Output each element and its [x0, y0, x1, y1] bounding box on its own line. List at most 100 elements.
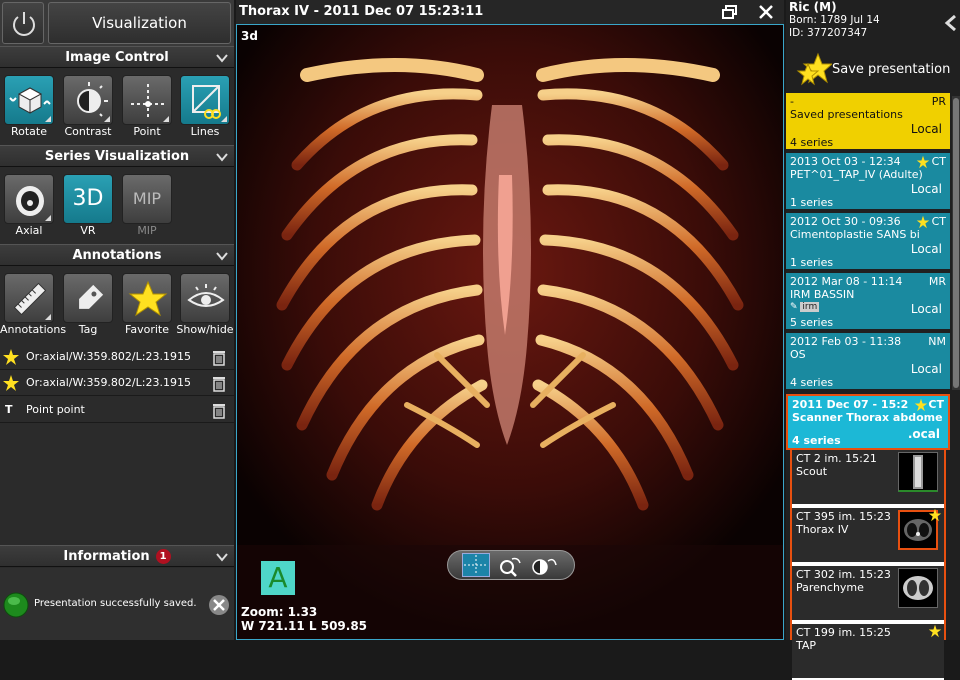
information-header[interactable]: Information 1: [0, 545, 234, 567]
study-count: 4 series: [792, 434, 841, 447]
information-panel: Presentation successfully saved.: [0, 568, 234, 640]
study-description: OS: [790, 348, 806, 361]
lines-tool[interactable]: Lines: [176, 72, 234, 138]
series-thumbnail: [898, 452, 938, 492]
visualization-button[interactable]: Visualization: [48, 2, 231, 44]
lines-button[interactable]: [180, 75, 230, 125]
star-icon: [928, 624, 942, 638]
study-description: PET^01_TAP_IV (Adulte): [790, 168, 923, 181]
show-hide-button[interactable]: [180, 273, 230, 323]
series-name: TAP: [796, 639, 817, 652]
close-viewer-icon[interactable]: [758, 4, 774, 20]
study-description: Cimentoplastie SANS bi: [790, 228, 920, 241]
tag-tool[interactable]: Tag: [59, 270, 117, 336]
annotation-row[interactable]: T Point point: [0, 397, 234, 423]
study-item[interactable]: - PR Saved presentations Local 4 series: [786, 93, 950, 151]
power-button[interactable]: [2, 2, 44, 44]
patient-id: ID: 377207347: [789, 27, 868, 39]
eye-icon: [187, 284, 225, 307]
orientation-marker: A: [261, 561, 295, 595]
study-location: Local: [910, 302, 942, 316]
viewport[interactable]: 3d A Zoom: 1.33 W 721.11 L 509.85: [236, 24, 784, 640]
contrast-tool[interactable]: Contrast: [59, 72, 117, 138]
zoom-pan-icon[interactable]: [498, 555, 522, 577]
axial-button[interactable]: [4, 174, 54, 224]
tool-label: Lines: [190, 125, 220, 138]
favorite-button[interactable]: [122, 273, 172, 323]
viewer-title-bar: Thorax IV - 2011 Dec 07 15:23:11: [236, 0, 784, 24]
mip-tool[interactable]: MIP MIP: [118, 171, 176, 237]
study-item[interactable]: 2013 Oct 03 - 12:34 CT PET^01_TAP_IV (Ad…: [786, 153, 950, 211]
favorite-tool[interactable]: Favorite: [118, 270, 176, 336]
annotations-button[interactable]: [4, 273, 54, 323]
study-item[interactable]: 2012 Mar 08 - 11:14 MR IRM BASSIN ✎ irm …: [786, 273, 950, 331]
study-modality: PR: [931, 95, 946, 108]
annotation-row[interactable]: Or:axial/W:359.802/L:23.1915: [0, 370, 234, 396]
window-level-icon[interactable]: [530, 555, 558, 577]
mip-icon: MIP: [132, 189, 162, 208]
trash-icon[interactable]: [210, 374, 228, 392]
close-icon[interactable]: [208, 594, 230, 616]
axial-tool[interactable]: Axial: [0, 171, 58, 237]
show-hide-tool[interactable]: Show/hide: [176, 270, 234, 336]
star-icon: [3, 349, 19, 365]
series-item[interactable]: CT 2 im. 15:21 Scout: [792, 450, 944, 506]
study-tag-label: irm: [800, 302, 820, 312]
mip-button[interactable]: MIP: [122, 174, 172, 224]
notification-badge: 1: [155, 549, 171, 564]
study-item[interactable]: 2012 Oct 30 - 09:36 CT Cimentoplastie SA…: [786, 213, 950, 271]
rotate-button[interactable]: [4, 75, 54, 125]
study-location: Local: [910, 182, 942, 196]
series-item[interactable]: CT 302 im. 15:23 Parenchyme: [792, 566, 944, 622]
trash-icon[interactable]: [210, 401, 228, 419]
series-visualization-header[interactable]: Series Visualization: [0, 145, 234, 167]
submenu-indicator: [104, 116, 110, 122]
study-count: 4 series: [790, 376, 834, 389]
annotations-tool[interactable]: Annotations: [0, 270, 66, 336]
study-item[interactable]: 2012 Feb 03 - 11:38 NM OS Local 4 series: [786, 333, 950, 391]
chevron-left-icon[interactable]: [944, 14, 958, 32]
star-icon: [3, 375, 19, 391]
save-presentation-label: Save presentation: [832, 62, 951, 77]
viewer-title: Thorax IV - 2011 Dec 07 15:23:11: [239, 4, 484, 19]
rotate-tool[interactable]: Rotate: [0, 72, 58, 138]
contrast-button[interactable]: [63, 75, 113, 125]
star-icon: [914, 398, 928, 412]
study-count: 1 series: [790, 196, 834, 209]
annotation-text: Or:axial/W:359.802/L:23.1915: [26, 350, 191, 363]
submenu-indicator: [221, 116, 227, 122]
patient-name: Ric (M): [789, 0, 837, 14]
star-icon: [128, 280, 168, 317]
render-mode-label[interactable]: 3d: [241, 29, 258, 43]
annotation-row[interactable]: Or:axial/W:359.802/L:23.1915: [0, 344, 234, 370]
crosshair-button[interactable]: [462, 553, 490, 577]
star-icon: [916, 155, 930, 169]
save-presentation-button[interactable]: Save presentation: [786, 46, 960, 92]
point-tool[interactable]: Point: [118, 72, 176, 138]
series-item[interactable]: CT 395 im. 15:23 Thorax IV: [792, 508, 944, 564]
study-item-selected[interactable]: 2011 Dec 07 - 15:2 CT Scanner Thorax abd…: [786, 394, 950, 450]
study-location: Local: [910, 122, 942, 136]
info-message: Presentation successfully saved.: [34, 598, 197, 609]
restore-window-icon[interactable]: [722, 5, 738, 19]
series-tools: Axial 3D VR MIP MIP: [0, 171, 234, 243]
study-modality: NM: [928, 335, 946, 348]
vr-button[interactable]: 3D: [63, 174, 113, 224]
trash-icon[interactable]: [210, 348, 228, 366]
window-level-text: W 721.11 L 509.85: [241, 619, 368, 633]
study-date: -: [790, 95, 794, 108]
series-item[interactable]: CT 199 im. 15:25 TAP: [792, 624, 944, 680]
point-button[interactable]: [122, 75, 172, 125]
image-control-header[interactable]: Image Control: [0, 46, 234, 68]
zoom-text: Zoom: 1.33: [241, 605, 318, 619]
study-browser-panel: Ric (M) Born: 1789 Jul 14 ID: 377207347 …: [786, 0, 960, 680]
tag-button[interactable]: [63, 273, 113, 323]
image-viewer: Thorax IV - 2011 Dec 07 15:23:11 3d A Zo…: [236, 0, 784, 640]
scrollbar-thumb[interactable]: [953, 98, 959, 388]
tool-label: Point: [133, 125, 161, 138]
annotations-header[interactable]: Annotations: [0, 244, 234, 266]
study-list-scrollbar[interactable]: [952, 96, 960, 390]
tool-label: Tag: [78, 323, 98, 336]
patient-born: Born: 1789 Jul 14: [789, 14, 880, 26]
vr-tool[interactable]: 3D VR: [59, 171, 117, 237]
